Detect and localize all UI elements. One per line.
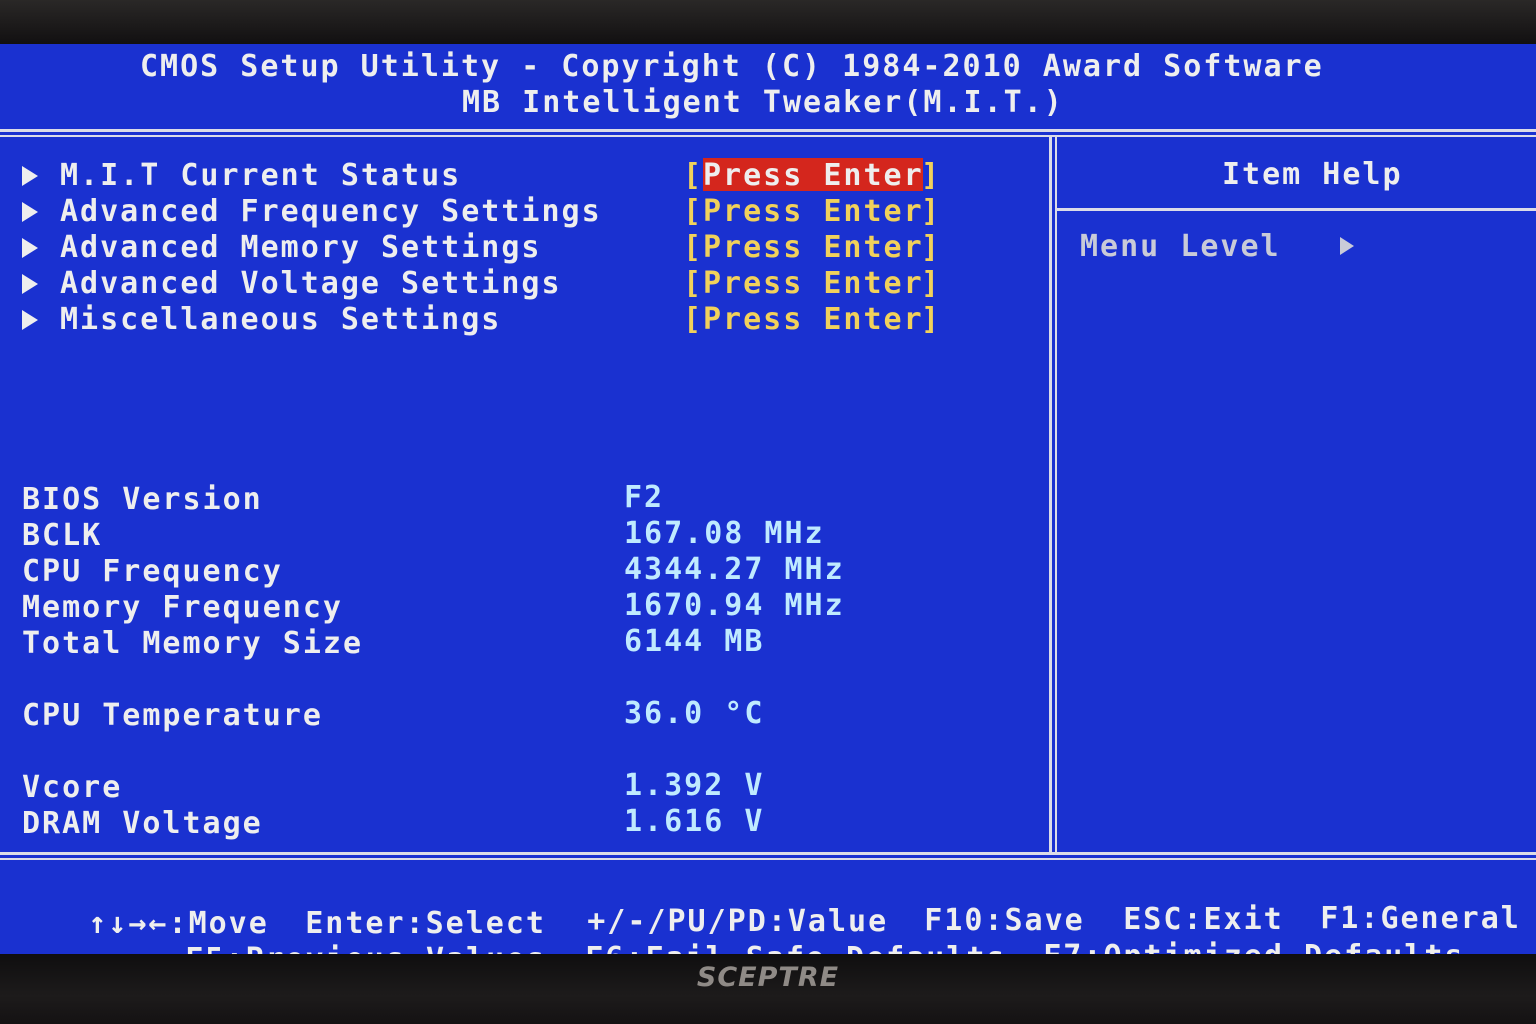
footer-divider-inner [0, 858, 1536, 860]
cpu-frequency-value: 4344.27 MHz [624, 552, 845, 587]
submenu-arrow-icon [22, 238, 38, 258]
cpu-temperature-label: CPU Temperature [22, 698, 323, 733]
hint-action: Previous Values [245, 942, 546, 955]
menu-item-advanced-voltage-settings[interactable]: Advanced Voltage Settings [ Press Enter … [0, 266, 1050, 302]
vcore-label: Vcore [22, 770, 123, 805]
header-divider-inner [0, 135, 1536, 137]
menu-item-miscellaneous-settings[interactable]: Miscellaneous Settings [ Press Enter ] [0, 302, 1050, 338]
item-help-title: Item Help [1222, 157, 1403, 192]
hint-optimized-defaults: F7:Optimized Defaults [963, 912, 1465, 955]
menu-item-value[interactable]: Press Enter [703, 161, 924, 191]
submenu-arrow-icon [22, 310, 38, 330]
bclk-value: 167.08 MHz [624, 516, 825, 551]
bracket-open: [ [683, 194, 704, 229]
menu-item-value[interactable]: Press Enter [703, 233, 924, 263]
header-subtitle: MB Intelligent Tweaker(M.I.T.) [462, 85, 1064, 120]
cpu-temperature-value: 36.0 °C [624, 696, 765, 731]
submenu-arrow-icon [22, 202, 38, 222]
hint-previous-values: F5:Previous Values [105, 915, 546, 955]
bios-screen: CMOS Setup Utility - Copyright (C) 1984-… [0, 44, 1536, 954]
menu-item-label: Advanced Voltage Settings [60, 266, 562, 301]
menu-item-label: Miscellaneous Settings [60, 302, 502, 337]
menu-item-mit-current-status[interactable]: M.I.T Current Status [ Press Enter ] [0, 158, 1050, 194]
bracket-open: [ [683, 266, 704, 301]
menu-item-label: Advanced Memory Settings [60, 230, 542, 265]
menu-item-label: M.I.T Current Status [60, 158, 462, 193]
hint-action: Optimized Defaults [1103, 939, 1464, 955]
panel-divider-inner [1055, 137, 1057, 852]
footer-divider [0, 852, 1536, 855]
menu-item-advanced-frequency-settings[interactable]: Advanced Frequency Settings [ Press Ente… [0, 194, 1050, 230]
bracket-open: [ [683, 158, 704, 193]
help-title-divider [1057, 208, 1536, 211]
menu-item-label: Advanced Frequency Settings [60, 194, 602, 229]
menu-item-value[interactable]: Press Enter [703, 197, 924, 227]
cpu-frequency-label: CPU Frequency [22, 554, 283, 589]
memory-frequency-label: Memory Frequency [22, 590, 343, 625]
total-memory-size-value: 6144 MB [624, 624, 765, 659]
menu-level-arrow-icon [1340, 237, 1354, 255]
bracket-close: ] [921, 266, 942, 301]
monitor-brand-logo: SCEPTRE [696, 962, 840, 993]
hint-key: F6 [585, 941, 625, 955]
submenu-arrow-icon [22, 166, 38, 186]
bracket-close: ] [921, 158, 942, 193]
bios-version-label: BIOS Version [22, 482, 263, 517]
bracket-close: ] [921, 302, 942, 337]
header-divider [0, 129, 1536, 132]
menu-item-value[interactable]: Press Enter [703, 269, 924, 299]
hint-key: F5 [185, 942, 225, 955]
total-memory-size-label: Total Memory Size [22, 626, 364, 661]
submenu-arrow-icon [22, 274, 38, 294]
bracket-close: ] [921, 194, 942, 229]
bracket-close: ] [921, 230, 942, 265]
vcore-value: 1.392 V [624, 768, 765, 803]
memory-frequency-value: 1670.94 MHz [624, 588, 845, 623]
hint-fail-safe-defaults: F6:Fail-Safe Defaults [505, 914, 1007, 955]
dram-voltage-label: DRAM Voltage [22, 806, 263, 841]
bracket-open: [ [683, 302, 704, 337]
menu-level-label: Menu Level [1080, 229, 1281, 264]
menu-item-value[interactable]: Press Enter [703, 305, 924, 335]
header-title: CMOS Setup Utility - Copyright (C) 1984-… [140, 49, 1324, 84]
hint-action: Fail-Safe Defaults [645, 941, 1006, 955]
bios-version-value: F2 [624, 480, 665, 515]
bclk-label: BCLK [22, 518, 103, 553]
bracket-open: [ [683, 230, 704, 265]
hint-key: F7 [1043, 939, 1083, 955]
menu-item-advanced-memory-settings[interactable]: Advanced Memory Settings [ Press Enter ] [0, 230, 1050, 266]
dram-voltage-value: 1.616 V [624, 804, 765, 839]
monitor-bezel-top [0, 0, 1536, 44]
